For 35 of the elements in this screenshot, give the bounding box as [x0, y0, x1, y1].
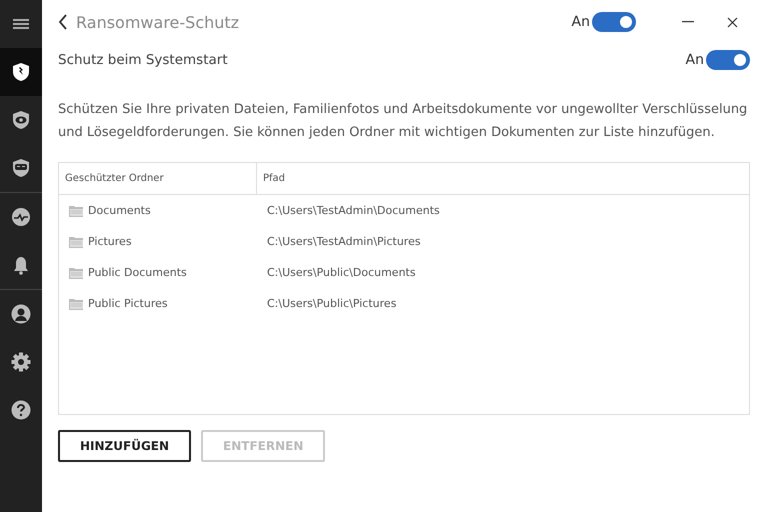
folder-icon: [69, 298, 84, 310]
folder-icon: [69, 266, 84, 278]
folder-name: Public Pictures: [88, 297, 168, 310]
path-cell-text: C:\Users\TestAdmin\Pictures: [266, 235, 422, 248]
eye-shield-icon[interactable]: [11, 110, 31, 130]
toggle-label: An: [686, 52, 704, 68]
settings-icon[interactable]: [11, 352, 31, 372]
folder-name: Pictures: [88, 235, 132, 248]
pulse-icon[interactable]: [11, 207, 31, 227]
description-text: Schützen Sie Ihre privaten Dateien, Familienfotos und Arbeitsdokumente vor ungewollter Verschlüsselung und Lösegeldforderungen. Sie können jeden Ordner mit wichtigen Dokumenten zur Liste hinzufügen.: [58, 101, 748, 142]
minimize-icon: [682, 21, 694, 23]
back-button[interactable]: [58, 14, 68, 30]
menu-icon[interactable]: [13, 17, 29, 31]
shield-badge-icon[interactable]: [11, 158, 31, 178]
path-cell-text: C:\Users\Public\Pictures: [266, 297, 398, 310]
toggle-switch[interactable]: [592, 12, 636, 32]
path-cell-text: C:\Users\TestAdmin\Documents: [266, 204, 441, 217]
column-header[interactable]: Pfad: [257, 163, 749, 194]
path-cell-text: C:\Users\Public\Documents: [266, 266, 417, 279]
folder-icon: [69, 236, 84, 248]
user-icon[interactable]: [11, 304, 31, 324]
back-icon: [58, 14, 68, 30]
folder-icon: [69, 204, 84, 216]
bell-icon[interactable]: [11, 255, 31, 275]
page-title: Ransomware-Schutz: [76, 12, 240, 32]
shield-icon[interactable]: [11, 62, 31, 82]
close-icon: [726, 16, 738, 28]
setting-label: Schutz beim Systemstart: [58, 52, 228, 68]
action-button[interactable]: HINZUFÜGEN: [58, 430, 192, 462]
toggle-label: An: [572, 14, 590, 30]
column-header[interactable]: Geschützter Ordner: [59, 163, 257, 194]
folder-name: Documents: [88, 204, 151, 217]
toggle-switch[interactable]: [706, 50, 750, 70]
folder-name: Public Documents: [88, 266, 187, 279]
help-icon[interactable]: [11, 400, 31, 420]
